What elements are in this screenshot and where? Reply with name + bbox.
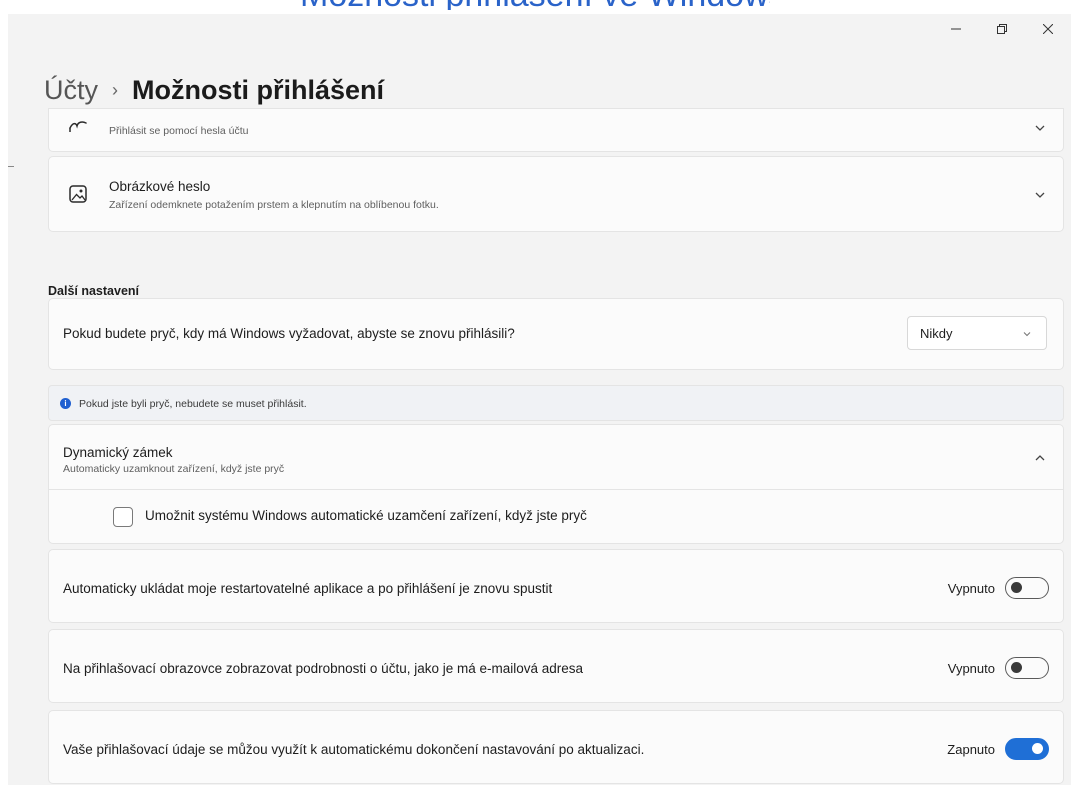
picture-password-subtitle: Zařízení odemknete potažením prstem a kl… [109,199,439,211]
restart-apps-card: Automaticky ukládat moje restartovatelné… [48,549,1064,623]
password-card-subtitle: Přihlásit se pomocí hesla účtu [109,125,249,137]
info-message: i Pokud jste byli pryč, nebudete se muse… [48,385,1064,421]
toggle-knob [1011,582,1022,593]
settings-window: Účty › Možnosti přihlášení Přihlásit se … [8,14,1071,785]
info-text: Pokud jste byli pryč, nebudete se muset … [79,398,307,410]
require-signin-card: Pokud budete pryč, kdy má Windows vyžado… [48,298,1064,370]
settings-screenshot: Možnosti přihlášení ve Windows 11 – Dyna… [0,0,1071,785]
toggle-knob [1032,743,1043,754]
require-signin-label: Pokud budete pryč, kdy má Windows vyžado… [63,326,515,341]
top-banner-text: Možnosti přihlášení ve Windows 11 – Dyna… [300,0,770,10]
info-icon: i [60,398,71,409]
restart-apps-state: Vypnuto [947,581,995,596]
password-card[interactable]: Přihlásit se pomocí hesla účtu [48,108,1064,152]
restart-apps-label: Automaticky ukládat moje restartovatelné… [63,581,553,596]
maximize-button[interactable] [979,14,1025,44]
dynamic-lock-options: Umožnit systému Windows automatické uzam… [48,490,1064,544]
account-details-state: Vypnuto [947,661,995,676]
restore-icon [997,24,1007,34]
close-button[interactable] [1025,14,1071,44]
dropdown-selected-value: Nikdy [920,326,953,341]
auto-finish-setup-card: Vaše přihlašovací údaje se můžou využít … [48,710,1064,784]
page-title: Možnosti přihlášení [132,74,385,105]
toggle-knob [1011,662,1022,673]
account-details-card: Na přihlašovací obrazovce zobrazovat pod… [48,629,1064,703]
dynamic-lock-checkbox[interactable] [113,507,133,527]
minimize-button[interactable] [933,14,979,44]
breadcrumb: Účty › Možnosti přihlášení [44,70,384,110]
require-signin-dropdown[interactable]: Nikdy [907,316,1047,350]
picture-icon [69,185,87,203]
dynamic-lock-subtitle: Automaticky uzamknout zařízení, když jst… [63,463,285,475]
breadcrumb-separator: › [112,79,118,100]
section-heading: Další nastavení [48,284,140,298]
picture-password-title: Obrázkové heslo [109,179,211,194]
picture-password-card[interactable]: Obrázkové heslo Zařízení odemknete potaž… [48,156,1064,232]
key-icon [69,121,87,132]
account-details-toggle[interactable] [1005,657,1049,679]
chevron-up-icon [1035,455,1045,461]
auto-finish-setup-label: Vaše přihlašovací údaje se můžou využít … [63,742,645,757]
dynamic-lock-title: Dynamický zámek [63,445,173,460]
auto-finish-setup-state: Zapnuto [947,742,995,757]
restart-apps-toggle[interactable] [1005,577,1049,599]
auto-finish-setup-toggle[interactable] [1005,738,1049,760]
chevron-down-icon [1035,192,1045,198]
breadcrumb-parent-link[interactable]: Účty [44,75,98,106]
minimize-icon [951,28,961,30]
account-details-label: Na přihlašovací obrazovce zobrazovat pod… [63,661,584,676]
top-banner: Možnosti přihlášení ve Windows 11 – Dyna… [300,0,770,10]
dynamic-lock-card[interactable]: Dynamický zámek Automaticky uzamknout za… [48,424,1064,490]
chevron-down-icon [1035,125,1045,131]
window-controls [933,14,1071,44]
dynamic-lock-checkbox-label[interactable]: Umožnit systému Windows automatické uzam… [145,508,587,523]
close-icon [1043,24,1053,34]
divider [8,166,14,167]
chevron-down-icon [1023,332,1031,337]
